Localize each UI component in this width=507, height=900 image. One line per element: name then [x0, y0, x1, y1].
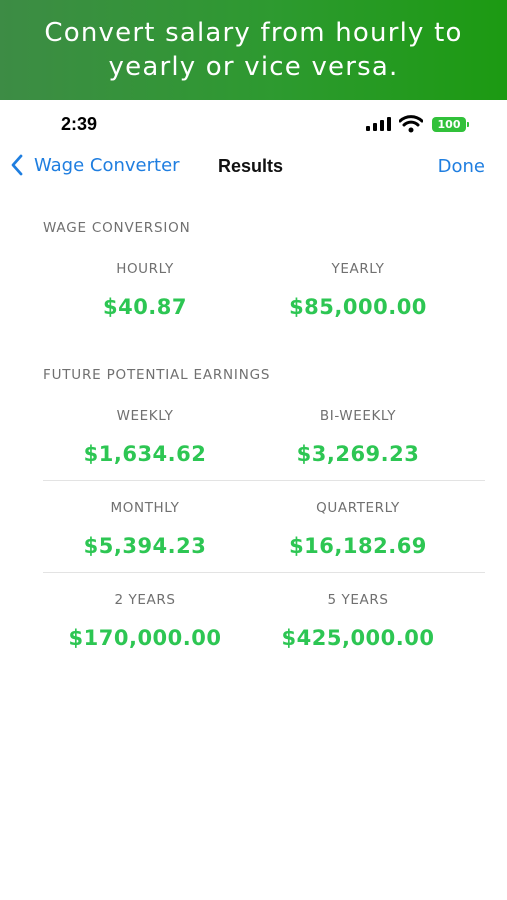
monthly-label: MONTHLY [110, 500, 180, 516]
yearly-value: $85,000.00 [289, 295, 427, 319]
monthly-value: $5,394.23 [83, 534, 207, 558]
back-button-label: Wage Converter [34, 154, 180, 176]
hourly-label: HOURLY [116, 261, 174, 277]
five-years-label: 5 YEARS [327, 592, 389, 608]
chevron-left-icon [11, 154, 23, 176]
bi-weekly-value: $3,269.23 [296, 442, 420, 466]
two-years-label: 2 YEARS [114, 592, 176, 608]
status-bar: 2:39 100 [0, 112, 507, 138]
done-button[interactable]: Done [438, 156, 485, 177]
hourly-value: $40.87 [102, 295, 188, 319]
section-header-wage-conversion: WAGE CONVERSION [43, 220, 191, 236]
quarterly-value: $16,182.69 [289, 534, 427, 558]
battery-indicator: 100 [432, 117, 466, 132]
two-years-value: $170,000.00 [68, 626, 222, 650]
quarterly-label: QUARTERLY [316, 500, 400, 516]
battery-cap [467, 122, 469, 127]
row-divider [43, 480, 485, 481]
five-years-value: $425,000.00 [281, 626, 435, 650]
bi-weekly-label: BI-WEEKLY [319, 408, 397, 424]
page-title: Results [218, 156, 284, 176]
weekly-value: $1,634.62 [83, 442, 207, 466]
status-time: 2:39 [61, 114, 98, 134]
navigation-bar: Wage Converter Results Done [0, 150, 507, 186]
cellular-signal-icon [366, 117, 391, 131]
row-divider [43, 572, 485, 573]
section-header-future-earnings: FUTURE POTENTIAL EARNINGS [43, 367, 271, 383]
yearly-label: YEARLY [331, 261, 385, 277]
banner-caption: Convert salary from hourly to yearly or … [44, 18, 463, 82]
weekly-label: WEEKLY [116, 408, 174, 424]
back-button[interactable]: Wage Converter [10, 154, 180, 176]
wifi-icon [399, 115, 423, 133]
promo-banner: Convert salary from hourly to yearly or … [0, 0, 507, 100]
